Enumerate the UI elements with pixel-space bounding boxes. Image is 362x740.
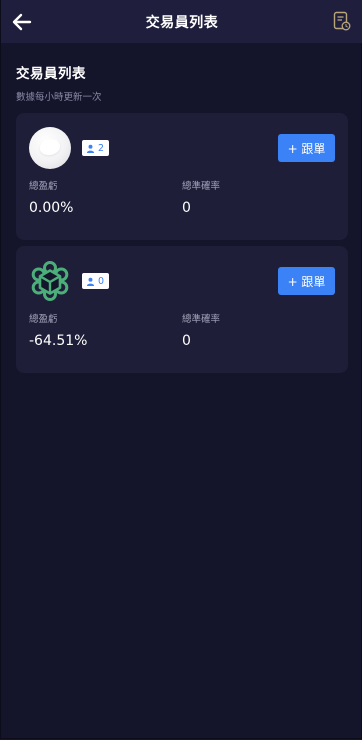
top-nav-bar: 交易員列表	[1, 0, 362, 43]
accuracy-label: 總準確率	[182, 181, 221, 192]
trader-avatar	[29, 260, 71, 302]
app-screen: 交易員列表 交易員列表 數據每小時更新一次 2 + 跟單 總盈虧 總準確率 0.…	[0, 0, 362, 739]
follower-count-badge: 2	[82, 140, 109, 156]
user-icon	[86, 277, 95, 286]
back-button[interactable]	[9, 9, 35, 35]
trader-card[interactable]: 0 + 跟單 總盈虧 總準確率 -64.51% 0	[16, 246, 348, 373]
total-pnl-label: 總盈虧	[29, 181, 58, 192]
page-title: 交易員列表	[145, 14, 219, 31]
total-pnl-value: -64.51%	[29, 333, 88, 349]
follow-button[interactable]: + 跟單	[278, 267, 335, 295]
accuracy-label: 總準確率	[182, 314, 221, 325]
section-subtitle: 數據每小時更新一次	[16, 92, 102, 103]
total-pnl-value: 0.00%	[29, 200, 74, 216]
history-button[interactable]	[331, 9, 353, 33]
accuracy-value: 0	[182, 200, 191, 216]
section-title: 交易員列表	[16, 66, 86, 82]
accuracy-value: 0	[182, 333, 191, 349]
follower-count: 0	[98, 275, 105, 287]
trader-card[interactable]: 2 + 跟單 總盈虧 總準確率 0.00% 0	[16, 113, 348, 240]
document-clock-icon	[333, 11, 351, 31]
follow-button[interactable]: + 跟單	[278, 134, 335, 162]
follower-count: 2	[98, 142, 105, 154]
trader-avatar	[29, 127, 71, 169]
total-pnl-label: 總盈虧	[29, 314, 58, 325]
arrow-left-icon	[12, 13, 32, 31]
hexagon-logo-icon	[31, 261, 69, 301]
avatar-blob	[40, 139, 60, 155]
follower-count-badge: 0	[82, 273, 109, 289]
user-icon	[86, 144, 95, 153]
